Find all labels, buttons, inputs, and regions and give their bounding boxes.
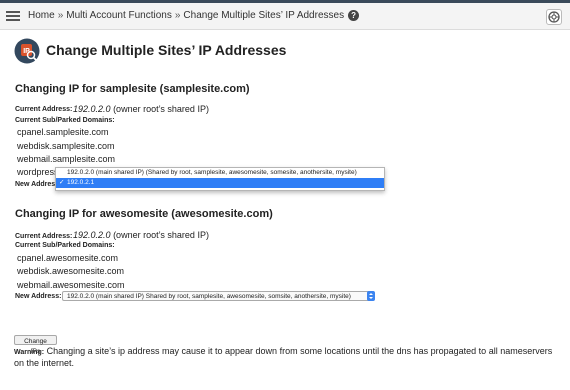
current-ip: 192.0.2.0: [73, 230, 111, 240]
domain-item: wordpress: [17, 167, 59, 177]
change-ips-button[interactable]: Change IPs: [14, 335, 57, 355]
check-icon: ✓: [59, 179, 65, 186]
hamburger-menu-icon[interactable]: [6, 11, 20, 22]
domain-item: webdisk.awesomesite.com: [17, 266, 125, 276]
new-address-label: New Address:: [15, 293, 62, 300]
domain-item: cpanel.awesomesite.com: [17, 253, 119, 263]
current-address-label: Current Address:: [15, 233, 73, 240]
warning-message: Warning: Changing a site’s ip address ma…: [14, 346, 559, 369]
new-address-dropdown-open[interactable]: 192.0.2.0 (main shared IP) (Shared by ro…: [55, 167, 385, 191]
current-domains-label: Current Sub/Parked Domains:: [15, 242, 115, 249]
domain-item: webdisk.samplesite.com: [17, 141, 115, 151]
current-domains-label: Current Sub/Parked Domains:: [15, 117, 115, 124]
breadcrumb: Home» Multi Account Functions» Change Mult…: [28, 10, 360, 22]
help-icon[interactable]: ?: [348, 10, 360, 21]
domain-item: webmail.samplesite.com: [17, 154, 116, 164]
warning-text: Changing a site’s ip address may cause i…: [14, 346, 553, 368]
breadcrumb-home[interactable]: Home: [28, 10, 55, 21]
dropdown-option-selected[interactable]: ✓ 192.0.2.1: [56, 178, 384, 188]
ip-address-icon: IP: [14, 38, 40, 64]
current-address-value: 192.0.2.0 (owner root’s shared IP): [73, 104, 209, 114]
domain-item: cpanel.samplesite.com: [17, 127, 109, 137]
dropdown-option[interactable]: 192.0.2.0 (main shared IP) (Shared by ro…: [56, 168, 384, 178]
current-ip-note: (owner root’s shared IP): [113, 104, 209, 114]
current-address-label: Current Address:: [15, 106, 73, 113]
domain-item: webmail.awesomesite.com: [17, 280, 125, 290]
current-ip-note: (owner root’s shared IP): [113, 230, 209, 240]
breadcrumb-current: Change Multiple Sites’ IP Addresses: [183, 10, 345, 22]
current-ip: 192.0.2.0: [73, 104, 111, 114]
top-bar: Home» Multi Account Functions» Change Mult…: [0, 0, 570, 30]
breadcrumb-separator: »: [174, 10, 181, 22]
site-heading: Changing IP for awesomesite (awesomesite…: [15, 208, 273, 220]
warning-label: Warning:: [14, 349, 45, 356]
select-arrows-icon[interactable]: [367, 291, 375, 301]
current-address-value: 192.0.2.0 (owner root’s shared IP): [73, 230, 209, 240]
site-heading: Changing IP for samplesite (samplesite.c…: [15, 83, 250, 95]
breadcrumb-separator: »: [57, 10, 64, 22]
dropdown-option-label: 192.0.2.1: [67, 179, 95, 186]
breadcrumb-section[interactable]: Multi Account Functions: [66, 10, 172, 21]
new-address-select[interactable]: 192.0.2.0 (main shared IP) Shared by roo…: [62, 291, 374, 301]
lifebuoy-icon[interactable]: [546, 9, 562, 25]
page-title: Change Multiple Sites’ IP Addresses: [46, 42, 287, 58]
